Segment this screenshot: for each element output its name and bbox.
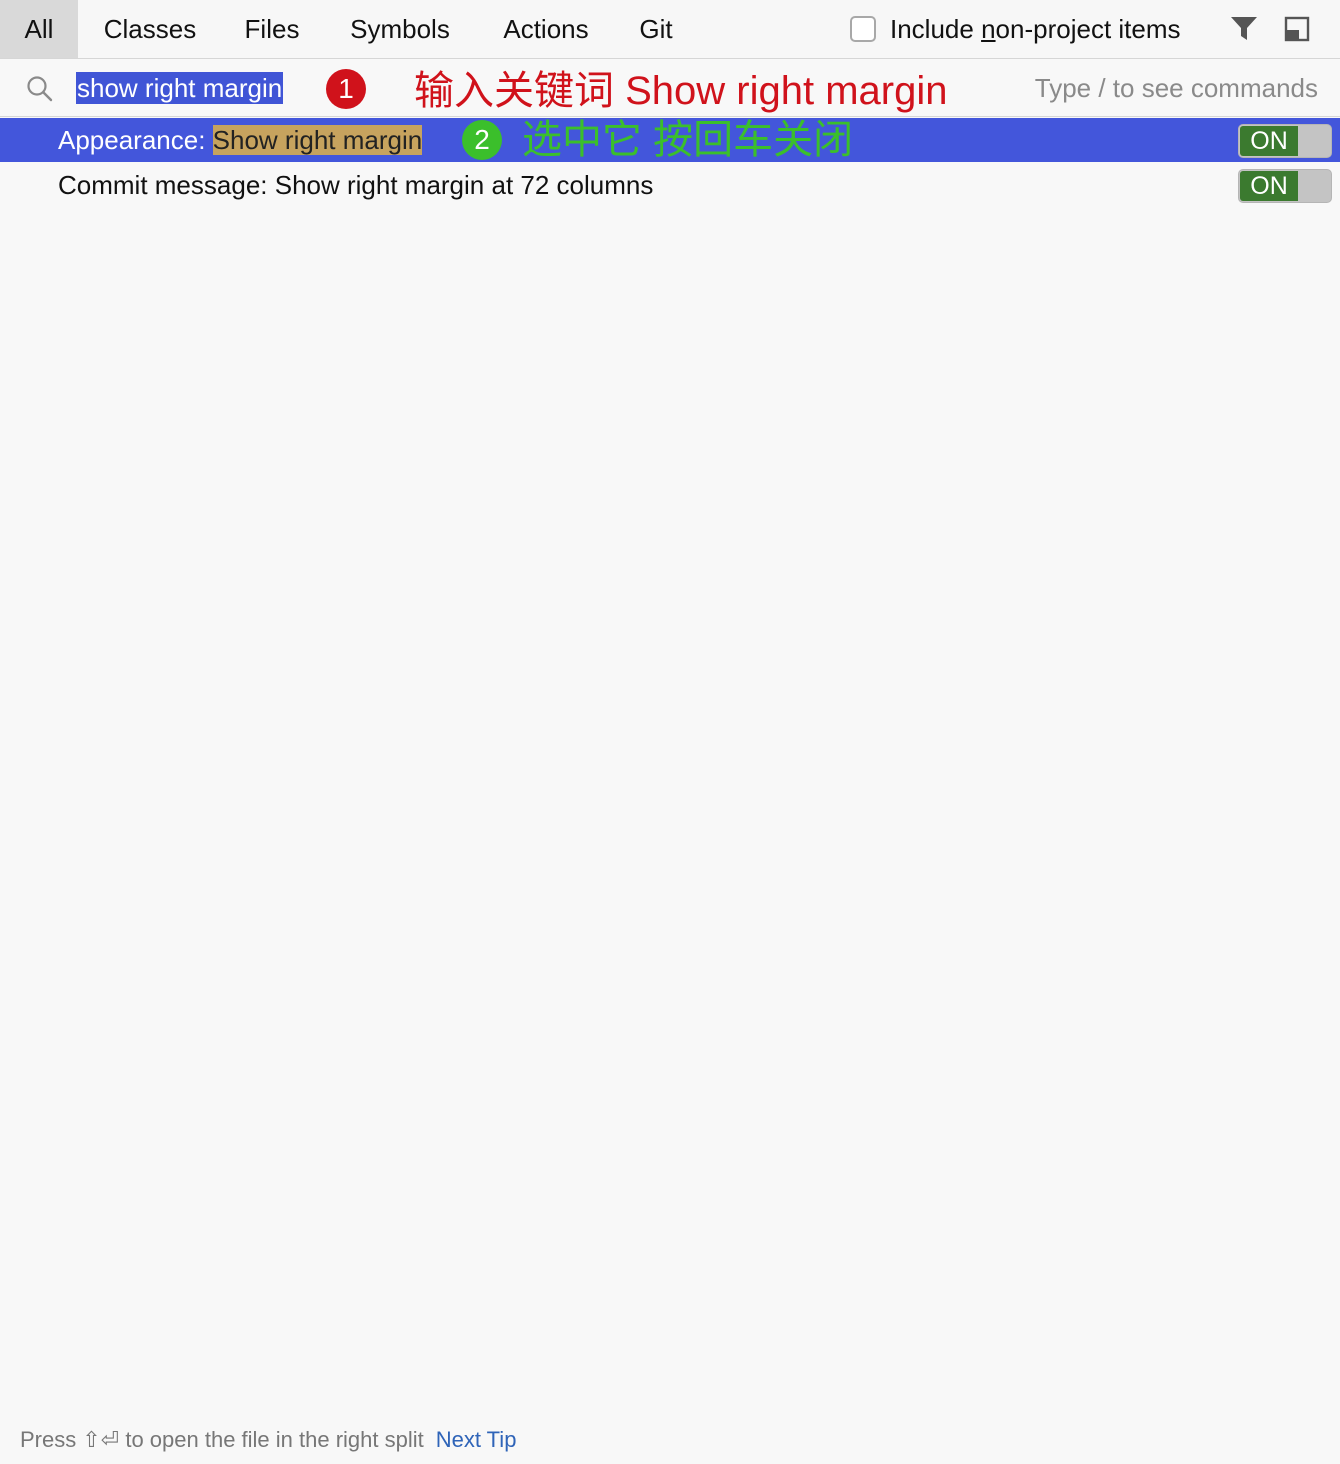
include-non-project-option: Include non-project items <box>850 0 1181 58</box>
scope-tab-bar: All Classes Files Symbols Actions Git In… <box>0 0 1340 59</box>
filter-icon[interactable] <box>1230 16 1258 42</box>
footer-tip-text: Press ⇧⏎ to open the file in the right s… <box>20 1427 424 1452</box>
toggle-switch[interactable]: ON <box>1238 169 1332 203</box>
include-non-project-checkbox[interactable] <box>850 16 876 42</box>
step-2-annotation: 选中它 按回车关闭 <box>522 118 854 162</box>
result-row-commit-message[interactable]: Commit message: Show right margin at 72 … <box>0 163 1340 207</box>
include-label-part: on-project items <box>995 13 1181 44</box>
toggle-switch[interactable]: ON <box>1238 124 1332 158</box>
search-input[interactable]: show right margin <box>76 72 284 104</box>
include-label-mnemonic: n <box>981 13 996 44</box>
tab-git[interactable]: Git <box>636 0 676 58</box>
toggle-on-label: ON <box>1240 126 1298 156</box>
search-row: show right margin 1 输入关键词 Show right mar… <box>0 59 1340 117</box>
tab-classes[interactable]: Classes <box>100 0 200 58</box>
tab-actions[interactable]: Actions <box>498 0 594 58</box>
search-everywhere-popup: All Classes Files Symbols Actions Git In… <box>0 0 1340 1464</box>
step-1-annotation: 输入关键词 Show right margin <box>414 69 948 113</box>
next-tip-link[interactable]: Next Tip <box>436 1427 517 1452</box>
step-1-badge: 1 <box>326 69 366 109</box>
result-label: Commit message: Show right margin at 72 … <box>58 170 654 200</box>
step-2-badge: 2 <box>462 120 502 160</box>
tab-symbols[interactable]: Symbols <box>346 0 454 58</box>
include-non-project-label[interactable]: Include non-project items <box>890 14 1181 45</box>
include-label-part: Include <box>890 13 982 44</box>
dock-window-icon[interactable] <box>1284 16 1310 42</box>
result-prefix: Appearance: <box>58 125 213 155</box>
search-icon <box>26 75 54 103</box>
result-label: Appearance: Show right margin <box>58 124 423 156</box>
tab-files[interactable]: Files <box>240 0 304 58</box>
result-match-highlight: Show right margin <box>212 125 423 155</box>
search-hint: Type / to see commands <box>1034 73 1318 103</box>
tab-all[interactable]: All <box>0 0 78 58</box>
footer-tip: Press ⇧⏎ to open the file in the right s… <box>20 1424 516 1456</box>
result-row-appearance[interactable]: Appearance: Show right margin 2 选中它 按回车关… <box>0 118 1340 162</box>
toggle-on-label: ON <box>1240 171 1298 201</box>
